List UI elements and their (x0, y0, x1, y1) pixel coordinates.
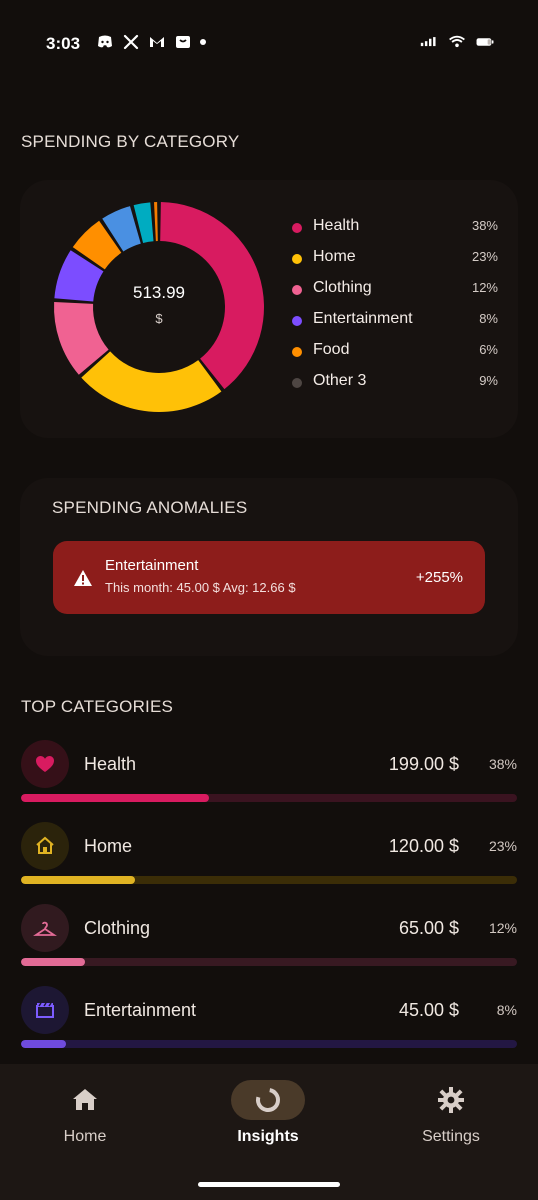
legend-label: Other 3 (313, 372, 367, 389)
legend-item-clothing[interactable]: Clothing 12% (292, 279, 498, 303)
category-amount: 45.00 $ (398, 1000, 459, 1020)
category-progress-fill (21, 958, 86, 966)
legend-dot (292, 285, 302, 295)
signal-icon (420, 33, 438, 51)
category-progress-fill (21, 876, 136, 884)
legend-label: Health (313, 217, 360, 234)
category-name: Home (84, 836, 133, 856)
category-percent: 8% (496, 1002, 517, 1018)
insights-icon-wrap (231, 1080, 305, 1120)
spending-chart-card: 513.99 $ Health 38% Home 23% Clothing 12… (20, 180, 518, 438)
spending-donut-chart[interactable] (44, 192, 274, 422)
nav-home[interactable]: Home (15, 1064, 155, 1162)
legend-item-entertainment[interactable]: Entertainment 8% (292, 310, 498, 334)
legend-item-health[interactable]: Health 38% (292, 217, 498, 241)
legend-percent: 9% (479, 373, 498, 388)
shopping-bag-icon (174, 33, 192, 51)
clapperboard-icon (21, 986, 69, 1034)
category-percent: 23% (488, 838, 517, 854)
category-row-clothing[interactable]: Clothing 65.00 $ 12% (21, 904, 517, 976)
donut-slice-other-3[interactable] (154, 202, 158, 242)
nav-settings[interactable]: Settings (381, 1064, 521, 1162)
anomaly-change: +255% (415, 569, 463, 586)
category-progress-track (21, 876, 517, 884)
legend-label: Clothing (313, 279, 372, 296)
legend-dot (292, 316, 302, 326)
category-percent: 12% (488, 920, 517, 936)
chart-total-value: 513.99 (133, 283, 185, 302)
category-progress-fill (21, 1040, 66, 1048)
wifi-icon (448, 33, 466, 51)
legend-percent: 8% (479, 311, 498, 326)
legend-item-other[interactable]: Other 3 9% (292, 372, 498, 396)
category-progress-track (21, 794, 517, 802)
heart-icon (21, 740, 69, 788)
spending-anomalies-card: SPENDING ANOMALIES Entertainment This mo… (20, 478, 518, 656)
status-time: 3:03 (46, 34, 81, 53)
category-row-health[interactable]: Health 199.00 $ 38% (21, 740, 517, 812)
legend-percent: 6% (479, 342, 498, 357)
category-name: Clothing (84, 918, 151, 938)
discord-icon (96, 33, 114, 51)
system-status-icons (420, 33, 494, 51)
nav-insights-label: Insights (237, 1128, 299, 1145)
legend-dot (292, 223, 302, 233)
x-icon (122, 33, 140, 51)
category-percent: 38% (488, 756, 517, 772)
hanger-icon (21, 904, 69, 952)
legend-dot (292, 347, 302, 357)
gear-icon (438, 1087, 464, 1113)
legend-percent: 23% (471, 249, 498, 264)
category-amount: 65.00 $ (398, 918, 459, 938)
spending-by-category-title: SPENDING BY CATEGORY (21, 132, 240, 151)
legend-label: Home (313, 248, 356, 265)
settings-icon-wrap (414, 1080, 488, 1120)
nav-home-label: Home (63, 1128, 107, 1145)
anomaly-entertainment[interactable]: Entertainment This month: 45.00 $ Avg: 1… (53, 541, 485, 614)
status-bar: 3:03 (0, 0, 538, 88)
category-row-home[interactable]: Home 120.00 $ 23% (21, 822, 517, 894)
legend-percent: 38% (471, 218, 498, 233)
category-progress-fill (21, 794, 210, 802)
category-name: Health (84, 754, 137, 774)
donut-chart-icon (256, 1088, 280, 1112)
category-row-entertainment[interactable]: Entertainment 45.00 $ 8% (21, 986, 517, 1058)
donut-slice-home[interactable] (81, 351, 222, 412)
anomaly-detail: This month: 45.00 $ Avg: 12.66 $ (105, 580, 296, 595)
spending-anomalies-title: SPENDING ANOMALIES (52, 498, 248, 517)
category-name: Entertainment (84, 1000, 197, 1020)
top-categories-list: Health 199.00 $ 38% Home 120.00 $ 23% Cl… (21, 740, 517, 1070)
bottom-navigation: Home Insights Settings (0, 1064, 538, 1200)
legend-item-home[interactable]: Home 23% (292, 248, 498, 272)
chart-total-unit: $ (155, 311, 163, 326)
home-icon (73, 1089, 97, 1110)
gmail-icon (148, 33, 166, 51)
category-amount: 120.00 $ (388, 836, 459, 856)
legend-item-food[interactable]: Food 6% (292, 341, 498, 365)
house-icon (21, 822, 69, 870)
notification-dot-icon (200, 39, 206, 45)
legend-percent: 12% (471, 280, 498, 295)
legend-dot (292, 254, 302, 264)
top-categories-title: TOP CATEGORIES (21, 697, 174, 716)
status-notification-icons (96, 33, 206, 51)
home-indicator[interactable] (198, 1182, 340, 1187)
category-progress-track (21, 1040, 517, 1048)
legend-dot (292, 378, 302, 388)
nav-insights[interactable]: Insights (198, 1064, 338, 1162)
battery-icon (476, 33, 494, 51)
anomaly-category: Entertainment (105, 557, 199, 574)
category-progress-track (21, 958, 517, 966)
home-icon-wrap (48, 1080, 122, 1120)
nav-settings-label: Settings (422, 1128, 480, 1145)
legend-label: Entertainment (313, 310, 413, 327)
warning-icon (74, 570, 92, 586)
legend-label: Food (313, 341, 350, 358)
category-amount: 199.00 $ (388, 754, 459, 774)
